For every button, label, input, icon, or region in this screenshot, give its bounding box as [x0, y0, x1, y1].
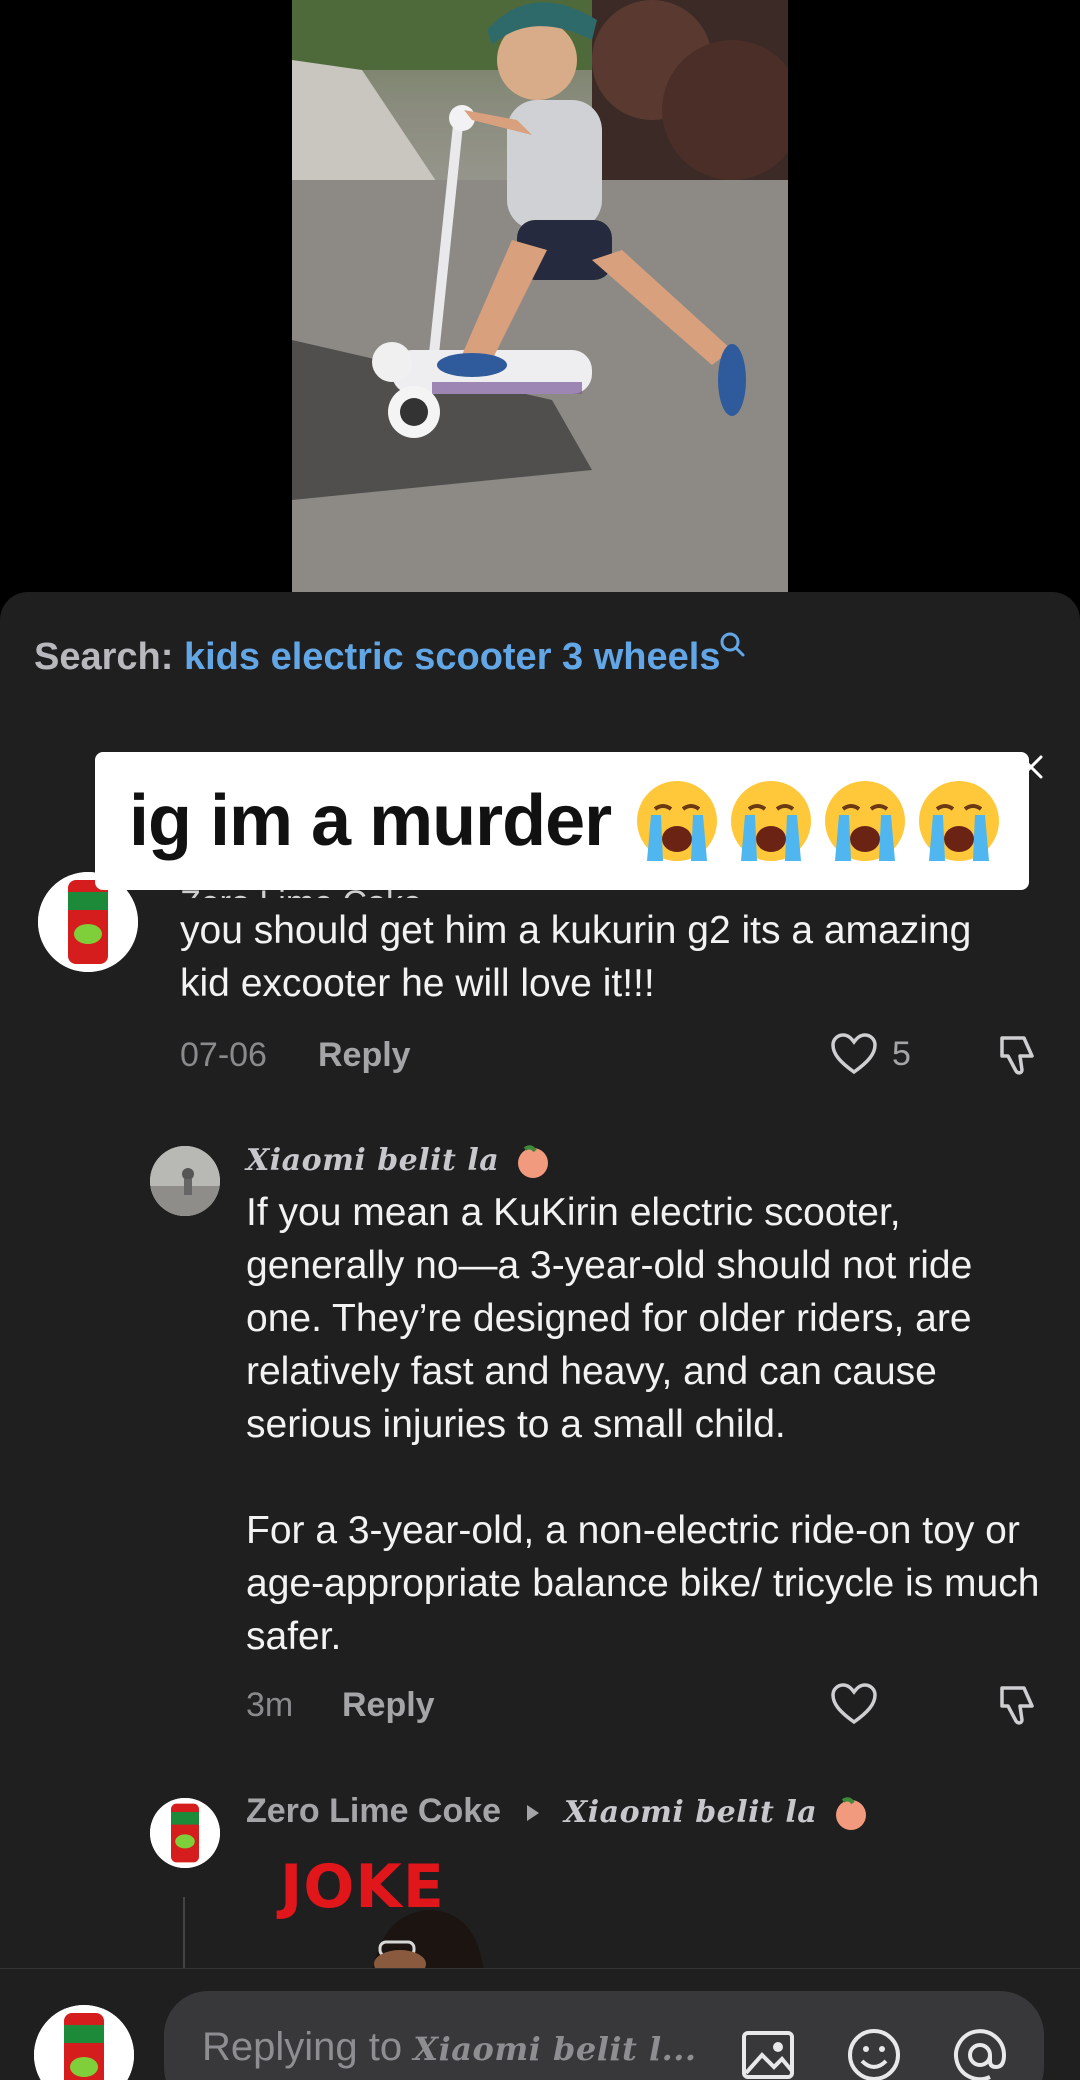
avatar-xiaomi-belit-la[interactable]	[150, 1146, 220, 1216]
search-label: Search:	[34, 636, 174, 678]
dislike-icon[interactable]	[994, 1682, 1040, 1728]
video-thumbnail-illustration	[292, 0, 788, 592]
mention-icon[interactable]	[950, 2025, 1010, 2080]
search-suggestion[interactable]: Search: kids electric scooter 3 wheels	[34, 632, 745, 679]
comment-text: you should get him a kukurin g2 its a am…	[180, 909, 972, 1005]
reply-placeholder-prefix: Replying to	[202, 2025, 403, 2069]
crying-face-emoji-icon	[825, 781, 906, 861]
reply-to-username: Xiaomi belit la	[563, 1795, 818, 1830]
avatar-zero-lime-coke[interactable]	[150, 1798, 220, 1868]
comments-sheet: Search: kids electric scooter 3 wheels i…	[0, 592, 1080, 2080]
heart-icon	[831, 1033, 877, 1075]
video-player[interactable]	[0, 0, 1080, 592]
username-script: Xiaomi belit la	[246, 1143, 500, 1178]
caption-sticker: ig im a murder	[95, 752, 1029, 890]
comment-text-paragraph-2: For a 3-year-old, a non-electric ride-on…	[246, 1509, 1040, 1658]
comment-username[interactable]: Xiaomi belit la	[246, 1140, 553, 1179]
reply-input[interactable]: Replying to Xiaomi belit l...	[164, 1991, 1044, 2080]
reply-bar: Replying to Xiaomi belit l...	[0, 1968, 1080, 2080]
like-button[interactable]	[830, 1682, 878, 1726]
my-avatar	[34, 2005, 134, 2080]
emoji-icon[interactable]	[844, 2025, 904, 2080]
reply-button[interactable]: Reply	[342, 1686, 435, 1725]
emoji-row	[633, 777, 1003, 865]
reply-arrow-icon	[526, 1805, 539, 1822]
comment-date: 07-06	[180, 1036, 267, 1074]
heart-icon	[831, 1683, 877, 1725]
avatar-photo	[150, 1146, 220, 1216]
peach-emoji-icon	[835, 1797, 866, 1831]
comment-date: 3m	[246, 1686, 294, 1724]
image-icon[interactable]	[738, 2025, 798, 2080]
reply-placeholder: Replying to Xiaomi belit l...	[202, 2025, 697, 2070]
search-icon[interactable]	[718, 630, 746, 660]
crying-face-emoji-icon	[731, 781, 812, 861]
like-count: 5	[892, 1034, 911, 1073]
video-frame-kid-on-scooter[interactable]	[292, 0, 788, 592]
comment-username: Zero Lime Coke	[246, 1792, 502, 1830]
dislike-icon[interactable]	[994, 1032, 1040, 1078]
reply-button[interactable]: Reply	[318, 1036, 411, 1075]
coke-can-avatar-icon	[34, 2005, 134, 2080]
comment-text-paragraph-1: If you mean a KuKirin electric scooter, …	[246, 1191, 973, 1446]
peach-emoji-icon	[517, 1145, 548, 1179]
search-query-link[interactable]: kids electric scooter 3 wheels	[184, 636, 721, 678]
crying-face-emoji-icon	[919, 781, 1000, 861]
crying-face-emoji-icon	[637, 781, 718, 861]
coke-can-avatar-icon	[150, 1798, 220, 1868]
reply-placeholder-name: Xiaomi belit l...	[413, 2030, 697, 2068]
sticker-text: ig im a murder	[129, 781, 612, 861]
comment-username-thread[interactable]: Zero Lime Coke Xiaomi belit la	[246, 1792, 871, 1831]
like-button[interactable]: 5	[830, 1032, 911, 1076]
